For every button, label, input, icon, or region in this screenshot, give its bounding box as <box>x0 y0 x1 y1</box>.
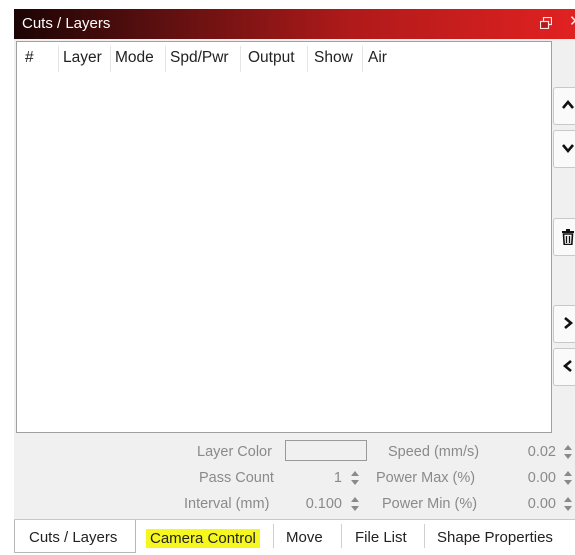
chevron-right-icon <box>564 317 574 329</box>
tab-divider <box>341 524 342 548</box>
tab-label: Move <box>286 529 323 546</box>
layer-color-label: Layer Color <box>197 444 272 460</box>
expand-button[interactable] <box>553 305 575 343</box>
panel-title: Cuts / Layers <box>22 15 111 32</box>
interval-label: Interval (mm) <box>184 496 270 512</box>
move-layer-down-button[interactable] <box>553 130 575 168</box>
close-icon[interactable]: ✕ <box>569 12 575 30</box>
chevron-left-icon <box>562 360 572 372</box>
delete-layer-button[interactable] <box>553 218 575 256</box>
tab-label: Cuts / Layers <box>29 529 118 546</box>
table-header: # Layer Mode Spd/Pwr Output Show Air <box>17 42 551 74</box>
speed-spinner-icon[interactable] <box>563 443 573 461</box>
speed-value[interactable]: 0.02 <box>500 444 556 460</box>
column-divider <box>307 46 308 72</box>
interval-value[interactable]: 0.100 <box>290 496 342 512</box>
tab-shape-properties[interactable]: Shape Properties <box>427 520 567 553</box>
collapse-button[interactable] <box>553 348 575 386</box>
column-header-spd-pwr[interactable]: Spd/Pwr <box>170 49 229 67</box>
speed-label: Speed (mm/s) <box>388 444 480 460</box>
move-layer-up-button[interactable] <box>553 87 575 125</box>
trash-icon <box>562 229 574 245</box>
column-header-mode[interactable]: Mode <box>115 49 154 67</box>
column-header-air[interactable]: Air <box>368 49 387 67</box>
tab-label: File List <box>355 529 407 546</box>
tab-file-list[interactable]: File List <box>344 520 424 553</box>
column-divider <box>240 46 241 72</box>
tab-cuts-layers[interactable]: Cuts / Layers <box>14 520 136 553</box>
tab-divider <box>273 524 274 548</box>
tab-label: Camera Control <box>146 529 260 548</box>
pass-count-label: Pass Count <box>199 470 274 486</box>
tab-label: Shape Properties <box>437 529 553 546</box>
layer-color-swatch[interactable] <box>285 440 367 461</box>
layers-table[interactable]: # Layer Mode Spd/Pwr Output Show Air <box>16 41 552 433</box>
column-divider <box>165 46 166 72</box>
tab-camera-control[interactable]: Camera Control <box>140 520 268 553</box>
chevron-up-icon <box>562 99 574 109</box>
float-window-icon[interactable] <box>539 16 553 30</box>
power-min-value[interactable]: 0.00 <box>500 496 556 512</box>
pass-count-spinner-icon[interactable] <box>350 469 360 487</box>
power-max-label: Power Max (%) <box>376 470 476 486</box>
column-divider <box>110 46 111 72</box>
panel-titlebar: Cuts / Layers ✕ <box>14 9 575 39</box>
interval-spinner-icon[interactable] <box>350 495 360 513</box>
pass-count-value[interactable]: 1 <box>310 470 342 486</box>
chevron-down-icon <box>562 144 574 154</box>
column-header-layer[interactable]: Layer <box>63 49 102 67</box>
tab-divider <box>424 524 425 548</box>
column-divider <box>362 46 363 72</box>
column-divider <box>58 46 59 72</box>
power-max-value[interactable]: 0.00 <box>500 470 556 486</box>
tab-move[interactable]: Move <box>276 520 340 553</box>
power-min-spinner-icon[interactable] <box>563 495 573 513</box>
tab-bar: Cuts / Layers Camera Control Move File L… <box>14 519 575 555</box>
power-min-label: Power Min (%) <box>382 496 478 512</box>
power-max-spinner-icon[interactable] <box>563 469 573 487</box>
column-header-output[interactable]: Output <box>248 49 295 67</box>
column-header-show[interactable]: Show <box>314 49 353 67</box>
column-header-number[interactable]: # <box>25 49 34 67</box>
